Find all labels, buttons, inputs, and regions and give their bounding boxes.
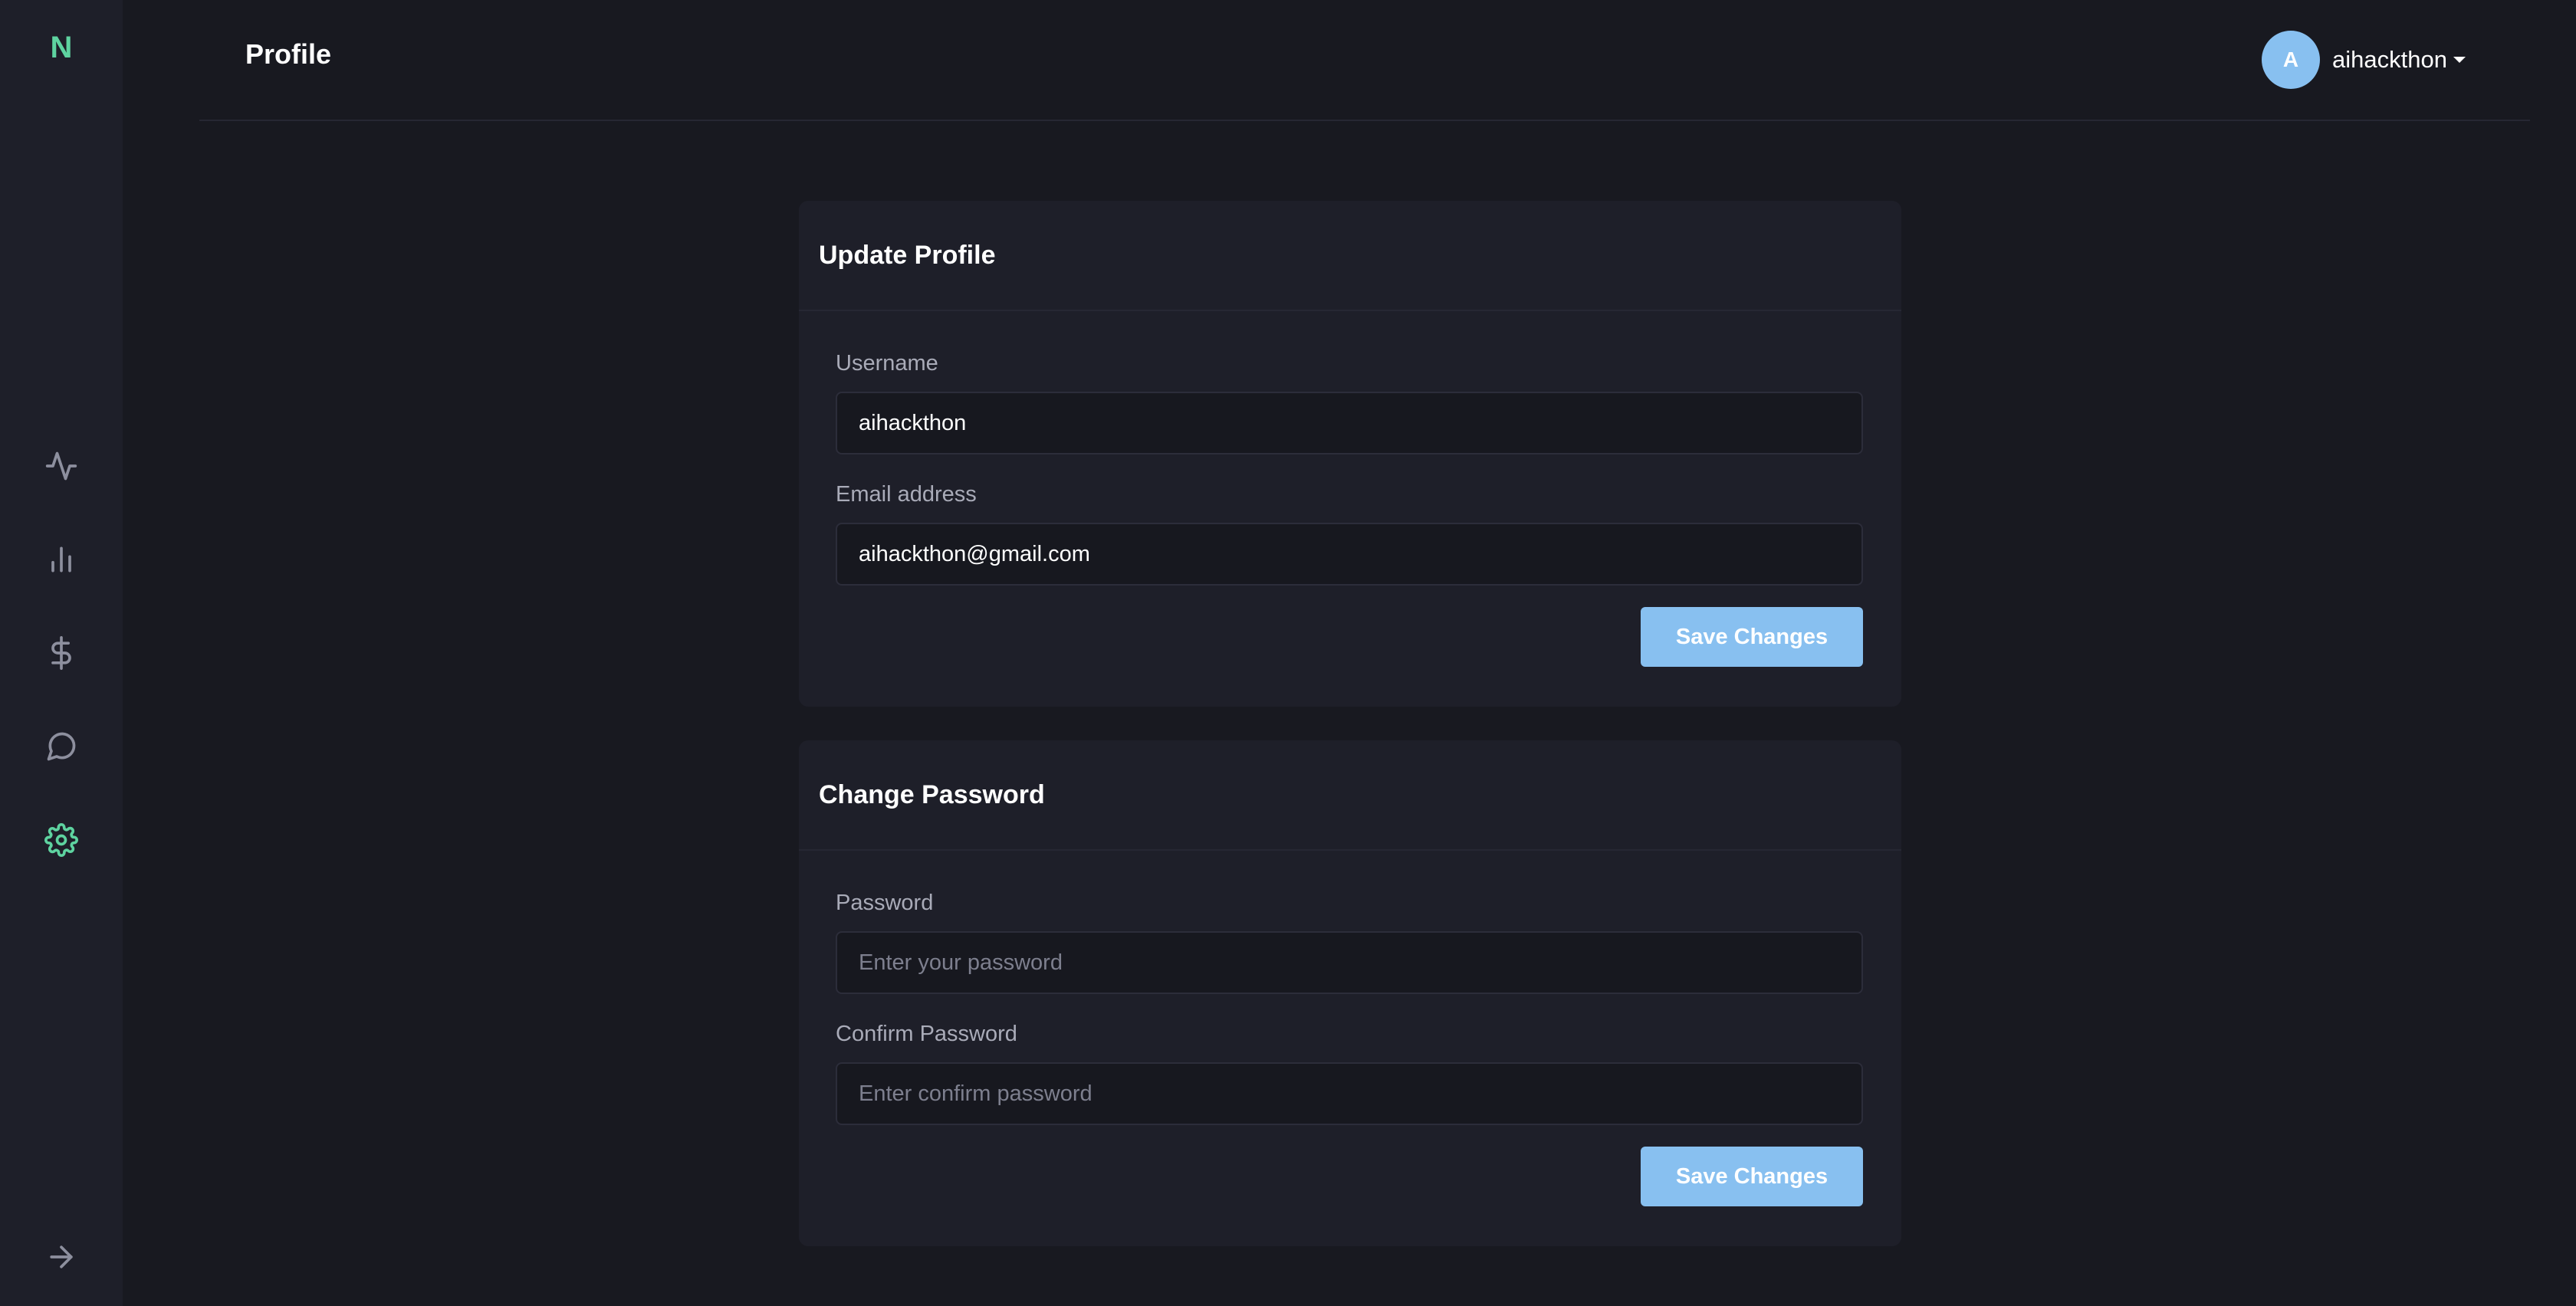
actions: Save Changes	[836, 1147, 1863, 1206]
actions: Save Changes	[836, 607, 1863, 667]
caret-down-icon	[2453, 57, 2466, 63]
activity-icon	[45, 451, 77, 481]
sidebar-item-settings[interactable]	[31, 809, 92, 871]
app-logo[interactable]: N	[0, 31, 123, 65]
card-body: Password Confirm Password Save Changes	[799, 851, 1901, 1245]
top-header: Profile A aihackthon	[199, 0, 2530, 121]
change-password-card: Change Password Password Confirm Passwor…	[799, 740, 1901, 1246]
card-title: Change Password	[819, 779, 1045, 809]
sidebar-item-analytics[interactable]	[31, 529, 92, 590]
email-label: Email address	[836, 482, 977, 507]
card-header: Change Password	[799, 740, 1901, 851]
sidebar-item-messages[interactable]	[31, 716, 92, 777]
sidebar-expand-button[interactable]	[31, 1226, 92, 1288]
confirm-password-label: Confirm Password	[836, 1022, 1017, 1046]
username-input[interactable]	[836, 392, 1863, 454]
card-body: Username Email address Save Changes	[799, 311, 1901, 705]
card-title: Update Profile	[819, 240, 996, 270]
card-header: Update Profile	[799, 201, 1901, 311]
save-profile-button[interactable]: Save Changes	[1641, 607, 1863, 667]
sidebar-item-billing[interactable]	[31, 622, 92, 684]
page-title: Profile	[245, 38, 332, 70]
sidebar-item-activity[interactable]	[31, 435, 92, 497]
email-input[interactable]	[836, 523, 1863, 586]
bar-chart-icon	[51, 546, 71, 573]
user-name: aihackthon	[2332, 46, 2447, 73]
user-menu[interactable]: A aihackthon	[2262, 31, 2466, 89]
confirm-password-input[interactable]	[836, 1062, 1863, 1125]
username-label: Username	[836, 351, 938, 376]
password-label: Password	[836, 891, 934, 915]
save-password-button[interactable]: Save Changes	[1641, 1147, 1863, 1206]
dollar-icon	[51, 636, 71, 670]
password-input[interactable]	[836, 931, 1863, 994]
chat-icon	[47, 732, 76, 761]
gear-icon	[44, 823, 78, 857]
update-profile-card: Update Profile Username Email address Sa…	[799, 201, 1901, 707]
avatar: A	[2262, 31, 2321, 89]
arrow-right-icon	[50, 1245, 73, 1268]
sidebar: N	[0, 0, 123, 1306]
